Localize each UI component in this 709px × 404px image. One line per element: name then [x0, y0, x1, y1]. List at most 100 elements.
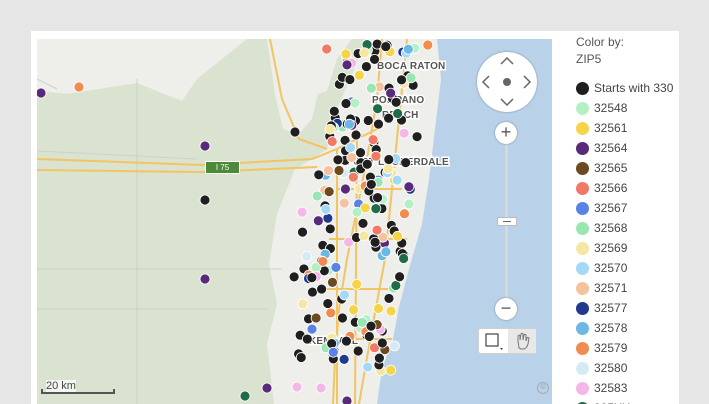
location-marker[interactable]	[365, 179, 377, 190]
location-marker[interactable]	[396, 74, 407, 86]
location-marker[interactable]	[370, 150, 382, 162]
location-marker[interactable]	[373, 303, 384, 314]
location-marker[interactable]	[400, 157, 412, 169]
zoom-in-button[interactable]: +	[495, 122, 517, 144]
pan-tool-button[interactable]	[508, 329, 536, 353]
location-marker[interactable]	[363, 331, 375, 342]
location-marker[interactable]	[239, 390, 251, 402]
location-marker[interactable]	[403, 181, 415, 193]
location-marker[interactable]	[306, 323, 318, 335]
location-marker[interactable]	[394, 271, 406, 283]
location-marker[interactable]	[340, 48, 352, 60]
location-marker[interactable]	[330, 261, 342, 273]
location-marker[interactable]	[385, 305, 397, 317]
location-marker[interactable]	[310, 312, 322, 324]
location-marker[interactable]	[328, 105, 340, 117]
location-marker[interactable]	[306, 272, 318, 284]
location-marker[interactable]	[291, 381, 303, 393]
location-marker[interactable]	[351, 278, 363, 290]
location-marker[interactable]	[411, 131, 423, 143]
location-marker[interactable]	[389, 340, 400, 352]
location-marker[interactable]	[373, 352, 385, 364]
location-marker[interactable]	[296, 206, 308, 218]
location-marker[interactable]	[322, 212, 334, 224]
location-marker[interactable]	[352, 345, 364, 357]
location-marker[interactable]	[324, 223, 336, 235]
location-marker[interactable]	[371, 224, 383, 236]
location-marker[interactable]	[307, 286, 318, 298]
location-marker[interactable]	[317, 256, 329, 267]
zoom-handle[interactable]	[497, 217, 517, 226]
location-marker[interactable]	[288, 271, 300, 283]
location-marker[interactable]	[343, 118, 355, 130]
location-marker[interactable]	[199, 140, 211, 152]
location-marker[interactable]	[359, 47, 371, 59]
location-marker[interactable]	[333, 165, 345, 176]
location-marker[interactable]	[320, 204, 332, 215]
location-marker[interactable]	[326, 136, 338, 147]
location-marker[interactable]	[344, 74, 356, 85]
location-marker[interactable]	[315, 382, 327, 394]
location-marker[interactable]	[347, 171, 359, 183]
location-marker[interactable]	[295, 352, 307, 363]
location-marker[interactable]	[369, 236, 381, 248]
zoom-out-button[interactable]: −	[495, 298, 517, 320]
location-marker[interactable]	[327, 346, 339, 358]
location-marker[interactable]	[390, 96, 402, 108]
location-marker[interactable]	[382, 163, 394, 175]
location-marker[interactable]	[392, 108, 404, 119]
location-marker[interactable]	[391, 174, 403, 186]
location-marker[interactable]	[346, 152, 358, 163]
location-marker[interactable]	[325, 307, 337, 319]
location-marker[interactable]	[341, 59, 353, 71]
location-marker[interactable]	[261, 382, 273, 394]
location-marker[interactable]	[403, 198, 415, 210]
map-view[interactable]: BOCA RATON POMPANO BEACH FORT LAUDERDALE…	[37, 39, 552, 404]
location-marker[interactable]	[199, 273, 211, 285]
location-marker[interactable]	[297, 226, 308, 238]
location-marker[interactable]	[362, 115, 374, 126]
location-marker[interactable]	[340, 98, 352, 109]
location-marker[interactable]	[402, 43, 414, 55]
location-marker[interactable]	[372, 103, 383, 115]
location-marker[interactable]	[327, 276, 338, 288]
location-marker[interactable]	[398, 127, 410, 139]
location-marker[interactable]	[311, 190, 323, 202]
location-marker[interactable]	[338, 197, 350, 209]
location-marker[interactable]	[301, 250, 313, 262]
location-marker[interactable]	[349, 97, 361, 109]
location-marker[interactable]	[316, 283, 328, 295]
location-marker[interactable]	[362, 361, 374, 373]
location-marker[interactable]	[341, 395, 353, 404]
location-marker[interactable]	[385, 364, 397, 376]
location-marker[interactable]	[322, 298, 334, 309]
location-marker[interactable]	[73, 81, 85, 93]
pan-control[interactable]	[477, 52, 537, 112]
location-marker[interactable]	[345, 142, 356, 153]
location-marker[interactable]	[383, 293, 395, 304]
location-marker[interactable]	[365, 320, 377, 332]
attribution-icon[interactable]: ©	[537, 382, 549, 394]
location-marker[interactable]	[297, 298, 309, 310]
location-marker[interactable]	[321, 43, 333, 55]
location-marker[interactable]	[422, 39, 434, 51]
location-marker[interactable]	[355, 147, 366, 159]
location-marker[interactable]	[337, 312, 348, 324]
location-marker[interactable]	[351, 206, 363, 218]
location-marker[interactable]	[289, 126, 301, 138]
location-marker[interactable]	[199, 194, 211, 206]
location-marker[interactable]	[372, 192, 384, 203]
map-canvas[interactable]: BOCA RATON POMPANO BEACH FORT LAUDERDALE…	[37, 39, 552, 404]
location-marker[interactable]	[405, 72, 417, 84]
location-marker[interactable]	[365, 82, 377, 94]
location-marker[interactable]	[369, 53, 380, 65]
rectangle-select-button[interactable]	[479, 329, 507, 353]
location-marker[interactable]	[380, 41, 392, 52]
location-marker[interactable]	[323, 186, 335, 198]
location-marker[interactable]	[383, 112, 394, 124]
location-marker[interactable]	[312, 215, 324, 227]
location-marker[interactable]	[323, 165, 334, 176]
location-marker[interactable]	[370, 203, 382, 215]
location-marker[interactable]	[340, 183, 351, 195]
location-marker[interactable]	[358, 230, 370, 242]
